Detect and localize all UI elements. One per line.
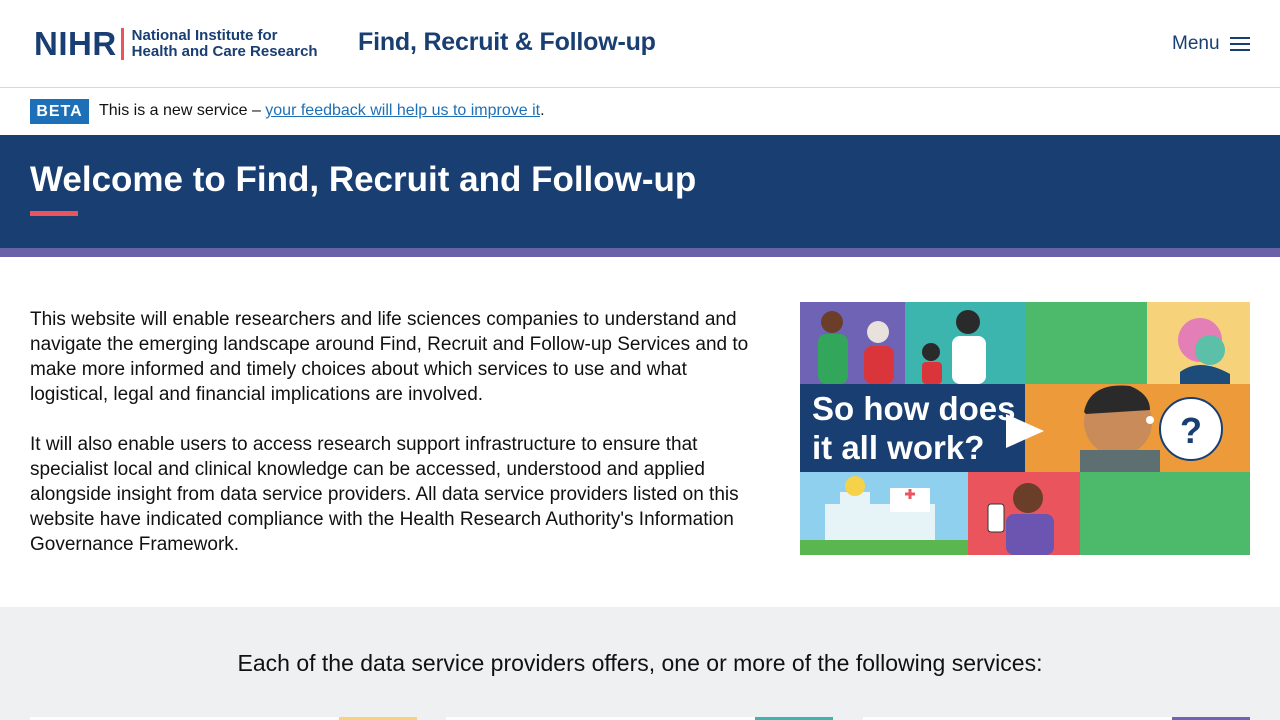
title-underline [30,211,78,216]
services-section: Each of the data service providers offer… [0,607,1280,720]
hamburger-icon [1229,36,1250,52]
beta-text: This is a new service – your feedback wi… [99,101,545,121]
video-player[interactable]: So how does it all work? ? [800,302,1250,555]
intro-paragraph-1: This website will enable researchers and… [30,309,749,405]
beta-tag: BETA [30,99,89,124]
video-caption-line-1: So how does [812,390,1016,427]
video-thumbnail: So how does it all work? ? [800,302,1250,555]
intro-text: This website will enable researchers and… [30,307,760,557]
logo-line-1: National Institute for [131,27,278,44]
services-heading: Each of the data service providers offer… [237,650,1043,676]
beta-banner: BETA This is a new service – your feedba… [0,89,1280,135]
hero-banner: Welcome to Find, Recruit and Follow-up [0,135,1280,248]
logo-divider [120,28,124,60]
video-caption-line-2: it all work? [812,429,984,466]
menu-button[interactable]: Menu [1172,32,1250,56]
logo-mark: NIHR [34,25,117,62]
feedback-link[interactable]: your feedback will help us to improve it [265,102,540,119]
beta-text-before: This is a new service – [99,102,266,119]
logo-line-2: Health and Care Research [131,43,318,60]
beta-text-after: . [540,102,545,119]
logo-text: National Institute for Health and Care R… [132,28,318,60]
svg-text:?: ? [1180,410,1202,451]
nihr-logo[interactable]: NIHR National Institute for Health and C… [34,27,318,61]
intro-paragraph-2: It will also enable users to access rese… [30,434,739,555]
menu-label: Menu [1172,33,1220,54]
hero-stripe [0,248,1280,257]
page-title: Welcome to Find, Recruit and Follow-up [30,160,697,199]
site-header: NIHR National Institute for Health and C… [0,0,1280,88]
service-name-link[interactable]: Find, Recruit & Follow-up [358,27,656,57]
